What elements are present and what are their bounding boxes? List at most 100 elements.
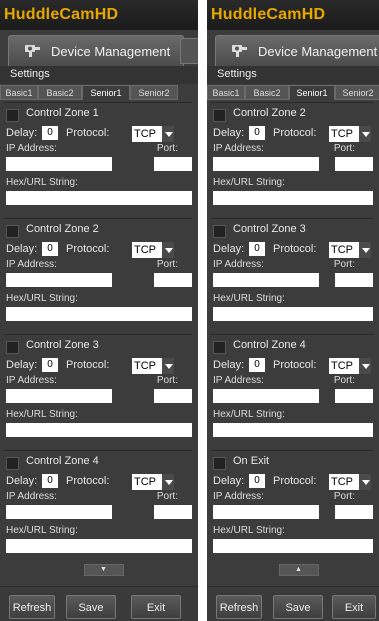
save-button[interactable]: Save: [66, 595, 116, 619]
tab-senior2[interactable]: Senior2: [335, 85, 379, 100]
hex-input[interactable]: [6, 539, 192, 553]
protocol-select[interactable]: TCP: [329, 474, 371, 490]
zone-checkbox[interactable]: [6, 109, 19, 122]
right-panel: HuddleCamHD Device Management Settings B…: [207, 0, 379, 621]
port-label: Port:: [333, 259, 355, 270]
refresh-button[interactable]: Refresh: [9, 595, 55, 619]
scroll-up-button[interactable]: ▲: [279, 564, 319, 576]
exit-button[interactable]: Exit: [131, 595, 181, 619]
chevron-down-icon[interactable]: [359, 474, 371, 490]
port-input[interactable]: [335, 157, 373, 171]
chevron-down-icon[interactable]: [162, 126, 174, 142]
ip-input[interactable]: [213, 505, 319, 519]
zone-checkbox[interactable]: [6, 225, 19, 238]
protocol-select[interactable]: TCP: [329, 126, 371, 142]
ip-input[interactable]: [6, 273, 112, 287]
port-label: Port:: [333, 491, 355, 502]
hex-input[interactable]: [6, 191, 192, 205]
scroll-down-button[interactable]: ▼: [84, 564, 124, 576]
app-title: HuddleCamHD: [4, 6, 119, 23]
title-bar: HuddleCamHD: [207, 0, 379, 30]
tab-device-management[interactable]: Device Management: [8, 35, 184, 67]
tab-basic1[interactable]: Basic1: [207, 85, 245, 100]
tab-senior1[interactable]: Senior1: [82, 85, 130, 100]
tab-basic1[interactable]: Basic1: [0, 85, 38, 100]
port-input[interactable]: [335, 273, 373, 287]
chevron-down-icon[interactable]: [359, 242, 371, 258]
zone-name: Control Zone 4: [26, 455, 99, 467]
ip-input[interactable]: [6, 505, 112, 519]
ip-input[interactable]: [213, 273, 319, 287]
zone-checkbox[interactable]: [213, 109, 226, 122]
zone-name: Control Zone 3: [233, 223, 306, 235]
zone-checkbox[interactable]: [213, 225, 226, 238]
zone-name: Control Zone 4: [233, 339, 306, 351]
protocol-select[interactable]: TCP: [132, 242, 174, 258]
chevron-down-icon[interactable]: [162, 474, 174, 490]
protocol-select[interactable]: TCP: [329, 242, 371, 258]
device-management-label: Device Management: [258, 44, 378, 59]
delay-input[interactable]: 0: [249, 126, 265, 140]
hex-input[interactable]: [6, 307, 192, 321]
chevron-down-icon[interactable]: [359, 126, 371, 142]
hex-label: Hex/URL String:: [6, 525, 78, 536]
zone-checkbox[interactable]: [213, 457, 226, 470]
refresh-button[interactable]: Refresh: [216, 595, 262, 619]
ip-input[interactable]: [6, 157, 112, 171]
hex-input[interactable]: [213, 191, 373, 205]
delay-input[interactable]: 0: [42, 242, 58, 256]
hex-input[interactable]: [213, 423, 373, 437]
tab-device-management[interactable]: Device Management: [215, 35, 379, 67]
chevron-down-icon[interactable]: [359, 358, 371, 374]
exit-button[interactable]: Exit: [332, 595, 376, 619]
tab-senior1[interactable]: Senior1: [289, 85, 335, 100]
port-label: Port:: [156, 259, 178, 270]
ip-label: IP Address:: [6, 143, 57, 154]
ip-input[interactable]: [213, 389, 319, 403]
control-zone: Control Zone 4 Delay: 0 Protocol: TCP IP…: [4, 450, 192, 564]
port-input[interactable]: [154, 273, 192, 287]
tab-basic2[interactable]: Basic2: [245, 85, 289, 100]
zone-checkbox[interactable]: [213, 341, 226, 354]
protocol-value: TCP: [134, 476, 156, 488]
port-input[interactable]: [154, 157, 192, 171]
chevron-down-icon[interactable]: [162, 358, 174, 374]
chevron-down-icon[interactable]: [162, 242, 174, 258]
tab-other[interactable]: [180, 38, 198, 64]
port-input[interactable]: [335, 505, 373, 519]
protocol-select[interactable]: TCP: [132, 126, 174, 142]
ip-input[interactable]: [213, 157, 319, 171]
ip-input[interactable]: [6, 389, 112, 403]
control-zone: Control Zone 1 Delay: 0 Protocol: TCP IP…: [4, 102, 192, 216]
port-input[interactable]: [335, 389, 373, 403]
hex-input[interactable]: [6, 423, 192, 437]
delay-input[interactable]: 0: [249, 358, 265, 372]
delay-input[interactable]: 0: [42, 358, 58, 372]
delay-input[interactable]: 0: [42, 474, 58, 488]
delay-label: Delay:: [213, 243, 245, 255]
delay-input[interactable]: 0: [42, 126, 58, 140]
zone-checkbox[interactable]: [6, 341, 19, 354]
device-management-icon: [232, 45, 247, 57]
protocol-select[interactable]: TCP: [329, 358, 371, 374]
port-input[interactable]: [154, 389, 192, 403]
save-button[interactable]: Save: [273, 595, 323, 619]
zone-name: Control Zone 1: [26, 107, 99, 119]
tab-senior2[interactable]: Senior2: [130, 85, 178, 100]
tab-basic2[interactable]: Basic2: [38, 85, 82, 100]
delay-input[interactable]: 0: [249, 474, 265, 488]
protocol-select[interactable]: TCP: [132, 474, 174, 490]
zone-name: Control Zone 3: [26, 339, 99, 351]
title-bar: HuddleCamHD: [0, 0, 198, 30]
port-input[interactable]: [154, 505, 192, 519]
subtab-bar: Basic1 Basic2 Senior1 Senior2: [0, 85, 198, 101]
delay-input[interactable]: 0: [249, 242, 265, 256]
protocol-select[interactable]: TCP: [132, 358, 174, 374]
protocol-value: TCP: [331, 244, 353, 256]
hex-input[interactable]: [213, 307, 373, 321]
chevron-down-icon: ▼: [100, 566, 107, 573]
zone-checkbox[interactable]: [6, 457, 19, 470]
hex-input[interactable]: [213, 539, 373, 553]
delay-label: Delay:: [6, 243, 38, 255]
delay-label: Delay:: [213, 475, 245, 487]
